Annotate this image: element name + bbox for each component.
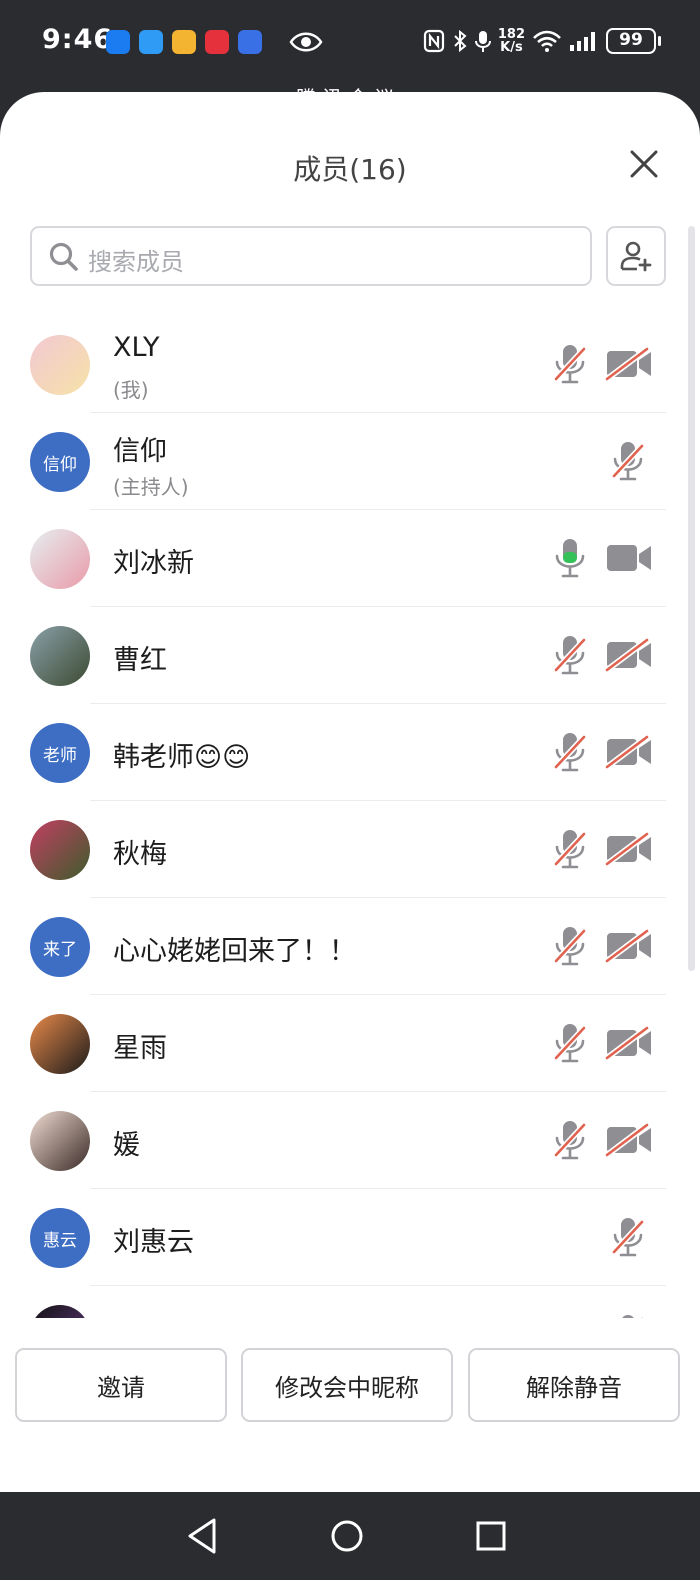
- member-name: 秋梅: [113, 839, 167, 870]
- avatar: [30, 1014, 90, 1074]
- system-navbar: [0, 1492, 700, 1580]
- add-user-icon: [620, 241, 652, 272]
- mic-status-icon: [474, 31, 491, 52]
- camera-off-icon: [605, 1122, 651, 1158]
- camera-off-icon: [605, 928, 651, 964]
- member-name: 心心姥姥回来了！！: [113, 936, 356, 967]
- mic-muted-icon: [553, 345, 587, 384]
- signal-icon: [570, 32, 595, 51]
- add-member-button[interactable]: [606, 226, 666, 286]
- member-row[interactable]: 星雨: [0, 995, 680, 1092]
- close-icon[interactable]: [624, 144, 664, 184]
- eye-icon: [289, 32, 323, 52]
- member-row[interactable]: XLY (我): [0, 316, 680, 413]
- mic-muted-icon: [553, 1121, 587, 1160]
- mic-muted-icon: [553, 830, 587, 869]
- network-speed: 182 K/s: [497, 27, 525, 55]
- member-name: XLY: [113, 332, 160, 363]
- member-role: (主持人): [113, 475, 189, 499]
- avatar: 来了: [30, 917, 90, 977]
- member-name: 媛: [113, 1130, 140, 1161]
- member-list: XLY (我) 信仰 信仰 (主持人) 刘冰新曹红老师 韩老师😊😊 秋梅来了 心心姥姥回来了！！…: [0, 316, 680, 1318]
- search-placeholder: 搜索成员: [88, 248, 184, 276]
- avatar: [30, 529, 90, 589]
- avatar: [30, 1111, 90, 1171]
- camera-off-icon: [605, 637, 651, 673]
- sheet-title: 成员(16): [293, 153, 407, 186]
- mic-muted-icon: [611, 442, 645, 481]
- camera-off-icon: [605, 1025, 651, 1061]
- search-input[interactable]: 搜索成员: [30, 226, 592, 286]
- avatar: [30, 335, 90, 395]
- member-row[interactable]: 惠云 刘惠云: [0, 1189, 680, 1286]
- member-row[interactable]: 秋梅: [0, 801, 680, 898]
- search-icon: [49, 242, 78, 271]
- member-name: 刘冰新: [113, 548, 194, 579]
- avatar: [30, 1305, 90, 1318]
- camera-off-icon: [605, 346, 651, 382]
- member-name: 星雨: [113, 1033, 167, 1064]
- member-row[interactable]: 信仰 信仰 (主持人): [0, 413, 680, 510]
- message-notification-icon: [139, 30, 163, 54]
- shop-notification-icon: [205, 30, 229, 54]
- avatar: [30, 820, 90, 880]
- mic-muted-icon: [553, 1024, 587, 1063]
- avatar: 信仰: [30, 432, 90, 492]
- avatar: 老师: [30, 723, 90, 783]
- avatar: [30, 626, 90, 686]
- status-bar: 9:46 182 K/s 99: [0, 0, 700, 110]
- invite-button[interactable]: 邀请: [15, 1348, 227, 1422]
- member-name: 曹红: [113, 645, 167, 676]
- member-name: 刘惠云: [113, 1227, 194, 1258]
- member-name: 韩老师😊😊: [113, 742, 251, 773]
- camera-on-icon: [607, 545, 651, 571]
- member-row[interactable]: 刘冰新: [0, 510, 680, 607]
- member-name: 信仰: [113, 436, 167, 467]
- status-time: 9:46: [42, 24, 114, 55]
- members-sheet: 成员(16) 搜索成员 XLY (我) 信仰 信仰 (主持人) 刘冰新曹红老师 韩老师😊😊 秋…: [0, 92, 700, 1492]
- member-row[interactable]: 老师 韩老师😊😊: [0, 704, 680, 801]
- mic-muted-icon: [553, 733, 587, 772]
- bluetooth-icon: [454, 29, 467, 53]
- app-notification-icon: [106, 30, 130, 54]
- recents-icon[interactable]: [467, 1512, 515, 1560]
- list-scrollbar[interactable]: [688, 226, 695, 971]
- member-row[interactable]: 媛: [0, 1092, 680, 1189]
- wifi-icon: [533, 30, 561, 52]
- notification-icons: [106, 30, 323, 54]
- battery-indicator: 99: [606, 28, 661, 54]
- nfc-icon: [423, 29, 444, 53]
- member-row[interactable]: 来了 心心姥姥回来了！！: [0, 898, 680, 995]
- avatar: 惠云: [30, 1208, 90, 1268]
- mic-muted-icon: [553, 927, 587, 966]
- back-icon[interactable]: [178, 1512, 226, 1560]
- camera-off-icon: [605, 831, 651, 867]
- rename-button[interactable]: 修改会中昵称: [241, 1348, 453, 1422]
- mic-on-icon: [555, 539, 585, 578]
- footer-actions: 邀请 修改会中昵称 解除静音: [0, 1318, 700, 1492]
- mic-muted-icon: [611, 1218, 645, 1257]
- status-indicators: 182 K/s 99: [423, 27, 661, 55]
- member-row[interactable]: [0, 1286, 680, 1318]
- member-role: (我): [113, 378, 149, 402]
- member-row[interactable]: 曹红: [0, 607, 680, 704]
- camera-off-icon: [605, 734, 651, 770]
- meeting-notification-icon: [238, 30, 262, 54]
- mic-muted-icon: [553, 636, 587, 675]
- mail-notification-icon: [172, 30, 196, 54]
- unmute-button[interactable]: 解除静音: [468, 1348, 680, 1422]
- home-icon[interactable]: [323, 1512, 371, 1560]
